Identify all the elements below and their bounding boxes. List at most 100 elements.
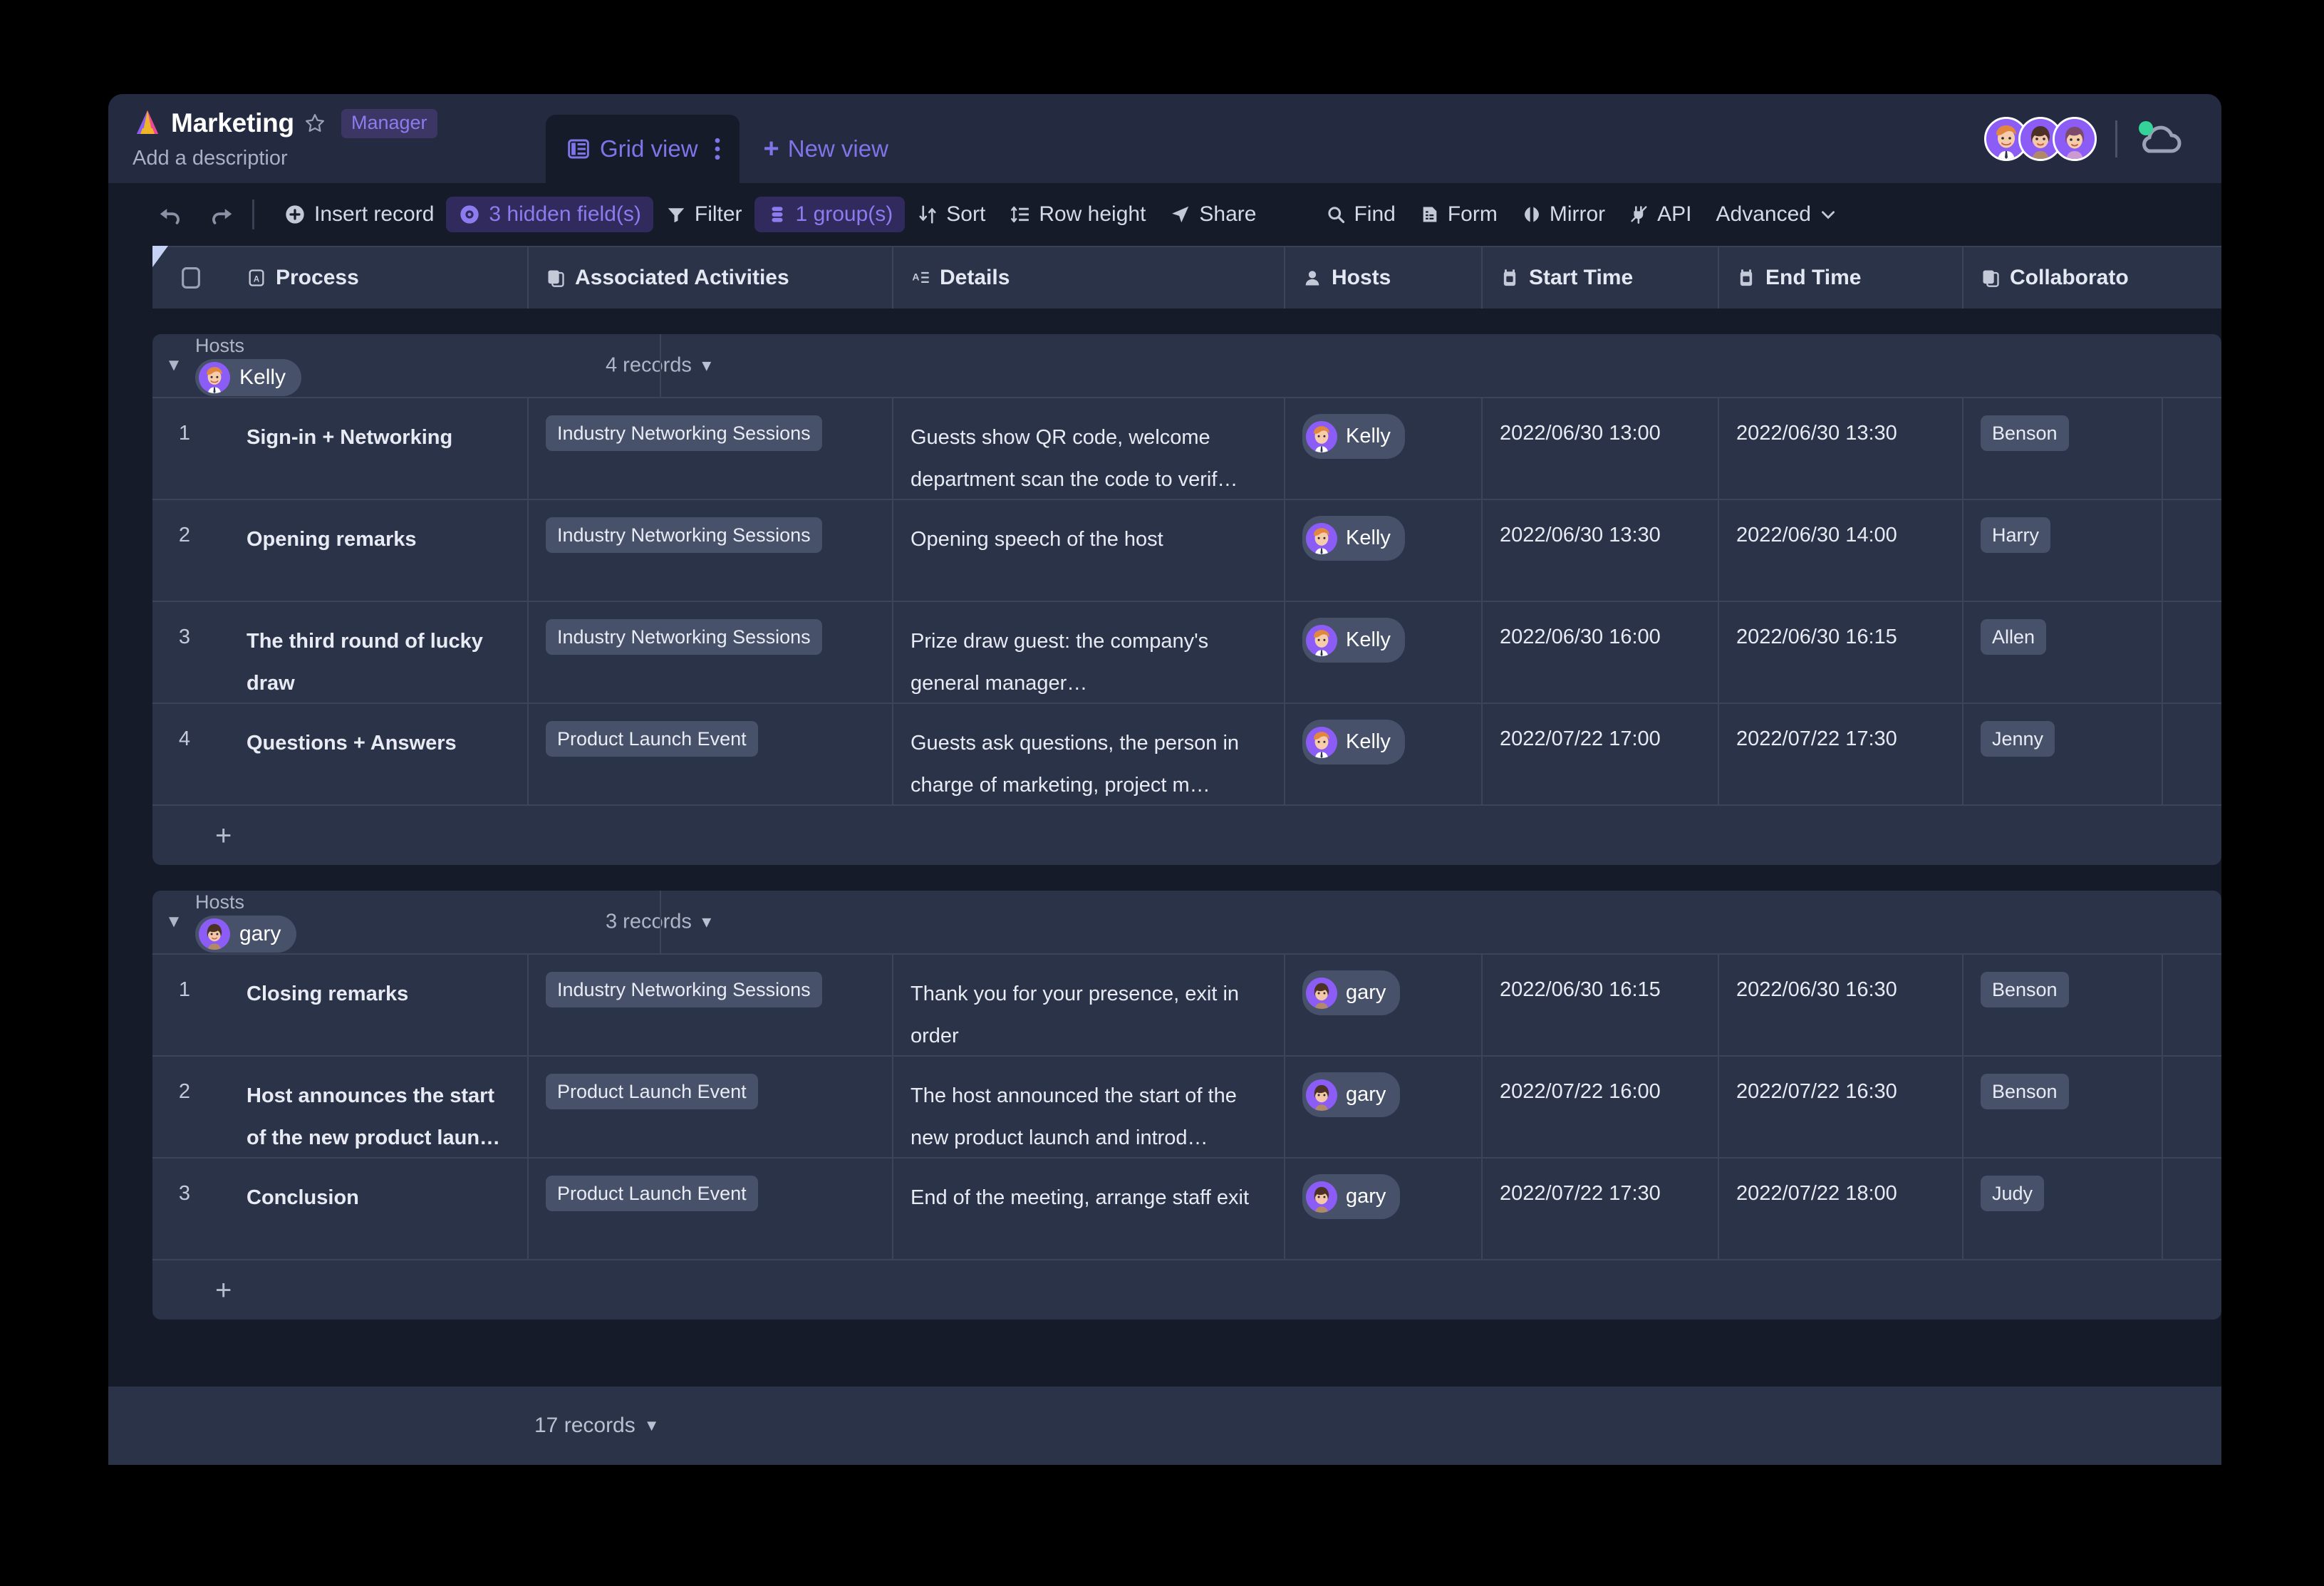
cell-hosts[interactable]: gary <box>1285 1159 1483 1259</box>
column-header-hosts[interactable]: Hosts <box>1285 247 1483 309</box>
table-row[interactable]: 1 Sign-in + Networking Industry Networki… <box>152 397 2221 499</box>
cell-process[interactable]: Questions + Answers <box>229 704 529 804</box>
table-row[interactable]: 3 Conclusion Product Launch Event End of… <box>152 1157 2221 1259</box>
group-header[interactable]: ▼ Hosts Kelly 4 records ▼ <box>152 334 2221 397</box>
share-icon <box>1170 204 1191 225</box>
redo-icon[interactable] <box>208 201 235 228</box>
cell-collaborator[interactable]: Benson <box>1964 398 2163 499</box>
find-button[interactable]: Find <box>1314 197 1407 232</box>
table-row[interactable]: 1 Closing remarks Industry Networking Se… <box>152 953 2221 1055</box>
cell-collaborator[interactable]: Benson <box>1964 1057 2163 1157</box>
link-field-icon <box>1983 270 1999 287</box>
header-right <box>1984 94 2221 183</box>
cell-details[interactable]: Thank you for your presence, exit in ord… <box>893 955 1285 1055</box>
cell-details[interactable]: The host announced the start of the new … <box>893 1057 1285 1157</box>
cell-start-time[interactable]: 2022/07/22 17:30 <box>1483 1159 1719 1259</box>
cell-process[interactable]: Opening remarks <box>229 500 529 601</box>
row-number: 2 <box>178 1080 191 1103</box>
sort-button[interactable]: Sort <box>905 197 997 232</box>
collaborator-avatars[interactable] <box>1984 116 2097 161</box>
cell-start-time[interactable]: 2022/06/30 13:30 <box>1483 500 1719 601</box>
cell-collaborator[interactable]: Benson <box>1964 955 2163 1055</box>
avatar[interactable] <box>2053 116 2097 161</box>
cell-hosts[interactable]: Kelly <box>1285 704 1483 804</box>
advanced-button[interactable]: Advanced <box>1704 197 1850 232</box>
add-record-row[interactable]: + <box>152 804 2221 865</box>
cell-details[interactable]: Guests ask questions, the person in char… <box>893 704 1285 804</box>
column-header-collaborator[interactable]: Collaborato <box>1964 247 2163 309</box>
total-records[interactable]: 17 records ▼ <box>534 1414 660 1438</box>
cell-associated-activities[interactable]: Product Launch Event <box>529 704 893 804</box>
cell-associated-activities[interactable]: Industry Networking Sessions <box>529 955 893 1055</box>
new-view-button[interactable]: + New view <box>748 115 904 183</box>
group-button[interactable]: 1 group(s) <box>754 197 906 232</box>
cell-end-time[interactable]: 2022/07/22 18:00 <box>1719 1159 1964 1259</box>
table-row[interactable]: 2 Opening remarks Industry Networking Se… <box>152 499 2221 601</box>
cell-end-time[interactable]: 2022/06/30 16:15 <box>1719 602 1964 703</box>
mirror-button[interactable]: Mirror <box>1510 197 1617 232</box>
share-button[interactable]: Share <box>1158 197 1268 232</box>
group-collapse-caret-icon[interactable]: ▼ <box>152 912 195 932</box>
cell-hosts[interactable]: gary <box>1285 1057 1483 1157</box>
cell-details[interactable]: Guests show QR code, welcome department … <box>893 398 1285 499</box>
api-label: API <box>1657 202 1692 226</box>
cell-hosts[interactable]: gary <box>1285 955 1483 1055</box>
add-record-row[interactable]: + <box>152 1259 2221 1320</box>
description-input[interactable]: Add a descriptior <box>133 147 543 170</box>
table-row[interactable]: 2 Host announces the start of the new pr… <box>152 1055 2221 1157</box>
row-height-button[interactable]: Row height <box>997 197 1158 232</box>
hidden-fields-button[interactable]: 3 hidden field(s) <box>446 197 653 232</box>
cell-end-time[interactable]: 2022/06/30 14:00 <box>1719 500 1964 601</box>
column-header-end-time[interactable]: End Time <box>1719 247 1964 309</box>
cell-process[interactable]: Closing remarks <box>229 955 529 1055</box>
cell-associated-activities[interactable]: Product Launch Event <box>529 1057 893 1157</box>
insert-record-button[interactable]: Insert record <box>271 197 446 232</box>
cell-start-time[interactable]: 2022/07/22 16:00 <box>1483 1057 1719 1157</box>
cell-details[interactable]: End of the meeting, arrange staff exit <box>893 1159 1285 1259</box>
cell-details[interactable]: Opening speech of the host <box>893 500 1285 601</box>
tab-grid-view[interactable]: Grid view <box>546 115 740 183</box>
cell-start-time[interactable]: 2022/06/30 16:15 <box>1483 955 1719 1055</box>
cell-associated-activities[interactable]: Industry Networking Sessions <box>529 602 893 703</box>
cloud-sync-icon[interactable] <box>2136 120 2186 157</box>
table-row[interactable]: 3 The third round of lucky draw Industry… <box>152 601 2221 703</box>
cell-hosts[interactable]: Kelly <box>1285 398 1483 499</box>
cell-collaborator[interactable]: Judy <box>1964 1159 2163 1259</box>
cell-start-time[interactable]: 2022/06/30 16:00 <box>1483 602 1719 703</box>
cell-end-time[interactable]: 2022/06/30 13:30 <box>1719 398 1964 499</box>
group-collapse-caret-icon[interactable]: ▼ <box>152 356 195 375</box>
cell-process[interactable]: Sign-in + Networking <box>229 398 529 499</box>
cell-details[interactable]: Prize draw guest: the company's general … <box>893 602 1285 703</box>
cell-process[interactable]: Host announces the start of the new prod… <box>229 1057 529 1157</box>
column-header-label: Details <box>940 266 1010 289</box>
undo-icon[interactable] <box>157 201 184 228</box>
column-header-details[interactable]: A Details <box>893 247 1285 309</box>
cell-collaborator[interactable]: Allen <box>1964 602 2163 703</box>
cell-end-time[interactable]: 2022/07/22 16:30 <box>1719 1057 1964 1157</box>
form-button[interactable]: Form <box>1408 197 1510 232</box>
more-options-icon[interactable] <box>714 137 721 161</box>
cell-associated-activities[interactable]: Industry Networking Sessions <box>529 500 893 601</box>
cell-collaborator[interactable]: Jenny <box>1964 704 2163 804</box>
table-row[interactable]: 4 Questions + Answers Product Launch Eve… <box>152 703 2221 804</box>
column-header-associated-activities[interactable]: Associated Activities <box>529 247 893 309</box>
api-button[interactable]: API <box>1617 197 1703 232</box>
cell-start-time[interactable]: 2022/07/22 17:00 <box>1483 704 1719 804</box>
cell-end-time[interactable]: 2022/06/30 16:30 <box>1719 955 1964 1055</box>
cell-hosts[interactable]: Kelly <box>1285 500 1483 601</box>
group-header[interactable]: ▼ Hosts gary 3 records ▼ <box>152 891 2221 953</box>
cell-process[interactable]: Conclusion <box>229 1159 529 1259</box>
star-icon[interactable] <box>304 113 326 134</box>
cell-associated-activities[interactable]: Product Launch Event <box>529 1159 893 1259</box>
cell-process[interactable]: The third round of lucky draw <box>229 602 529 703</box>
svg-text:A: A <box>912 271 919 283</box>
cell-associated-activities[interactable]: Industry Networking Sessions <box>529 398 893 499</box>
cell-hosts[interactable]: Kelly <box>1285 602 1483 703</box>
column-header-process[interactable]: A Process <box>229 247 529 309</box>
filter-button[interactable]: Filter <box>653 197 754 232</box>
cell-collaborator[interactable]: Harry <box>1964 500 2163 601</box>
cell-end-time[interactable]: 2022/07/22 17:30 <box>1719 704 1964 804</box>
column-header-start-time[interactable]: Start Time <box>1483 247 1719 309</box>
cell-start-time[interactable]: 2022/06/30 13:00 <box>1483 398 1719 499</box>
undo-redo-group <box>152 201 235 228</box>
